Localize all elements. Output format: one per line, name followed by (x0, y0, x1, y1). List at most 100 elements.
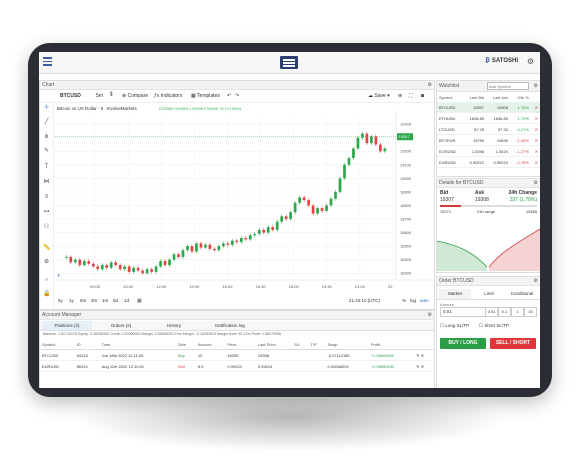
range-5y[interactable]: 5y (58, 298, 64, 303)
tab-limit[interactable]: Limit (473, 289, 505, 299)
settings-gear-icon[interactable]: ⚙ (527, 57, 534, 66)
close-position-icon[interactable]: ✕ (421, 353, 424, 358)
col-amount[interactable]: Amount (195, 339, 226, 350)
prediction-icon[interactable]: ⊶ (43, 209, 50, 216)
col-price[interactable]: Price (225, 339, 256, 350)
camera-icon[interactable]: ◙ (421, 93, 424, 99)
buy-long-button[interactable]: BUY / LONG (440, 338, 486, 349)
col-symbol[interactable]: Symbol (437, 92, 463, 102)
edit-icon[interactable]: ✎ (416, 364, 419, 369)
lock-icon[interactable]: 🔒 (43, 291, 50, 298)
tab-conditional[interactable]: Conditional (505, 289, 539, 299)
tab-positions[interactable]: Positions (2) (42, 321, 92, 330)
calendar-icon[interactable]: ▦ (137, 298, 142, 304)
redo-icon[interactable]: ↷ (235, 93, 239, 99)
templates-button[interactable]: ▦ Templates (191, 93, 220, 99)
col-tp[interactable]: T/P (308, 339, 326, 350)
menu-icon[interactable] (43, 57, 52, 66)
quick-amount-button[interactable]: 0.01 (485, 307, 498, 317)
short-sltp-toggle[interactable]: ☐ Short SL/TP (479, 323, 509, 329)
remove-symbol-icon[interactable]: ✕ (530, 102, 540, 113)
candle-body (365, 133, 369, 144)
magnet-icon[interactable]: ∩ (43, 277, 50, 284)
account-gear-icon[interactable]: ⚙ (428, 311, 432, 319)
remove-symbol-icon[interactable]: ✕ (530, 134, 540, 146)
watchlist-row[interactable]: BTCUSD 19307 19308 1.78% ✕ (437, 102, 540, 113)
col-symbol[interactable]: Symbol (40, 339, 75, 350)
details-gear-icon[interactable]: ⚙ (534, 179, 538, 187)
compare-button[interactable]: ⊕ Compare (122, 93, 148, 99)
col-last-bid[interactable]: Last Bid (463, 92, 486, 102)
close-position-icon[interactable]: ✕ (421, 364, 424, 369)
checkbox-icon: ☐ (440, 323, 445, 328)
col-last-ask[interactable]: Last Ask (486, 92, 510, 102)
crosshair-icon[interactable]: ✛ (43, 105, 50, 112)
watchlist-row[interactable]: BTCEUR 19750 19630 -1.28% ✕ (437, 134, 540, 146)
ruler-icon[interactable]: 📏 (43, 245, 50, 252)
watchlist-gear-icon[interactable]: ⚙ (534, 81, 538, 91)
shapes-icon[interactable]: ⚇ (43, 224, 50, 231)
pitchfork-icon[interactable]: ⋔ (43, 134, 50, 141)
add-symbol-input[interactable] (487, 82, 529, 90)
col-side[interactable]: Side (175, 339, 196, 350)
range-5d[interactable]: 5d (113, 298, 119, 303)
app-screen: ₿ SATOSHI ⚙ Chart ⚙ BTCUSD 5m ⫴ ⊕ Compare… (39, 52, 540, 388)
position-row[interactable]: BTCUSD 54123 Jun 18th 2022 12:11:00 Buy 10 18… (40, 349, 434, 361)
col-swap[interactable]: Swap (325, 339, 369, 350)
remove-symbol-icon[interactable]: ✕ (530, 145, 540, 157)
log-toggle[interactable]: log (410, 298, 417, 303)
symbol-selector[interactable]: BTCUSD (60, 93, 81, 99)
panel-gear-icon[interactable]: ⚙ (428, 81, 432, 89)
col-profit[interactable]: Profit (368, 339, 415, 350)
tab-notification-log[interactable]: Notification log (200, 321, 260, 330)
fullscreen-icon[interactable]: ⛶ (409, 93, 413, 99)
quick-amount-button[interactable]: 0.1 (498, 307, 511, 317)
col-id[interactable]: ID (74, 339, 100, 350)
bar-style-icon[interactable]: ⫴ (110, 92, 113, 99)
position-row[interactable]: EURUSD 58124 Aug 11th 2022 12:11:00 Sell 5.5… (40, 360, 434, 372)
trendline-icon[interactable]: ╱ (43, 119, 50, 126)
zoom-in-icon[interactable]: ⊕ (43, 259, 50, 266)
price-chart[interactable]: 1940019300192001910019000189001880018700… (53, 102, 434, 309)
add-icon[interactable]: ⊕ (398, 93, 402, 99)
tab-orders[interactable]: Orders (2) (98, 321, 144, 330)
text-tool-icon[interactable]: T (43, 164, 50, 171)
range-6m[interactable]: 6m (80, 298, 87, 303)
watchlist-row[interactable]: EURUSD 0.99221 0.99224 -0.76% ✕ (437, 156, 540, 168)
auto-toggle[interactable]: auto (420, 298, 429, 303)
chart-svg[interactable]: 1940019300192001910019000189001880018700… (53, 102, 434, 309)
percent-toggle[interactable]: % (402, 298, 406, 303)
interval-selector[interactable]: 5m (96, 93, 103, 99)
amount-input[interactable]: 0.01 (440, 307, 486, 317)
remove-symbol-icon[interactable]: ✕ (530, 112, 540, 124)
tab-history[interactable]: History (152, 321, 196, 330)
fib-icon[interactable]: ≡ (43, 194, 50, 201)
pattern-icon[interactable]: ⋈ (43, 179, 50, 186)
save-button[interactable]: ☁ Save ▾ (368, 93, 390, 99)
tab-market[interactable]: Market (439, 289, 471, 299)
remove-symbol-icon[interactable]: ✕ (530, 123, 540, 135)
watchlist-row[interactable]: ETHUSD 1636.89 1636.89 1.79% ✕ (437, 112, 540, 124)
brush-icon[interactable]: ✎ (43, 148, 50, 155)
y-tick-label: 18700 (400, 217, 412, 222)
remove-symbol-icon[interactable]: ✕ (530, 156, 540, 168)
col-24h-change[interactable]: 24h % (510, 92, 531, 102)
long-sltp-toggle[interactable]: ☐ Long SL/TP (440, 323, 469, 329)
sell-short-button[interactable]: SELL / SHORT (490, 338, 536, 349)
range-1y[interactable]: 1y (69, 298, 75, 303)
quick-amount-button[interactable]: 1 (511, 307, 524, 317)
range-3m[interactable]: 3m (91, 298, 98, 303)
edit-icon[interactable]: ✎ (416, 353, 419, 358)
col-last[interactable]: Last Price (255, 339, 292, 350)
col-time[interactable]: Time (99, 339, 176, 350)
watchlist-row[interactable]: LTCUSD 57.25 57.32 4.17% ✕ (437, 123, 540, 135)
order-gear-icon[interactable]: ⚙ (534, 277, 538, 285)
undo-icon[interactable]: ↶ (227, 93, 231, 99)
range-1d[interactable]: 1d (124, 298, 130, 303)
user-menu[interactable]: ₿ SATOSHI (485, 58, 518, 64)
quick-amount-button[interactable]: 10 (524, 307, 537, 317)
watchlist-row[interactable]: EOSUSD 1.5396 1.5424 -1.27% ✕ (437, 145, 540, 157)
col-sl[interactable]: S/L (291, 339, 309, 350)
range-1m[interactable]: 1m (102, 298, 109, 303)
indicators-button[interactable]: ƒx Indicators (154, 93, 182, 99)
